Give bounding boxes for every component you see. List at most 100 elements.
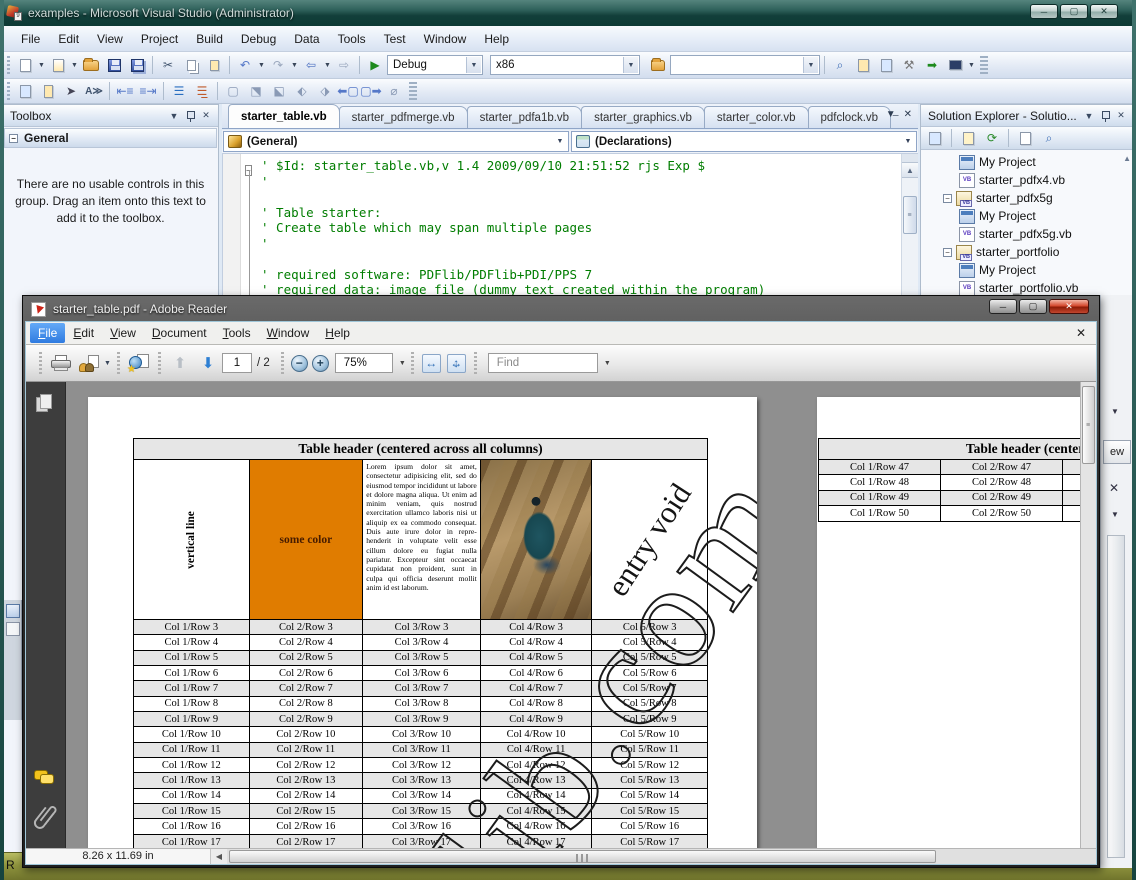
magnifier-document-icon[interactable]: ⌕ bbox=[829, 55, 851, 75]
members-combo[interactable]: (Declarations) ▼ bbox=[571, 131, 917, 152]
navigate-backward-button[interactable]: ⇦ bbox=[300, 55, 322, 75]
refresh-icon[interactable]: ⟳ bbox=[981, 128, 1003, 148]
hscroll-left-icon[interactable]: ◀ bbox=[211, 849, 227, 864]
tree-item-starter_pdfx5g[interactable]: −starter_pdfx5g bbox=[921, 189, 1133, 207]
tab-starter_color.vb[interactable]: starter_color.vb bbox=[704, 106, 809, 128]
fragment-dropdown-icon-2[interactable]: ▼ bbox=[1111, 510, 1119, 519]
find-input[interactable]: Find ▼ bbox=[488, 353, 598, 373]
vs-menu-window[interactable]: Window bbox=[415, 28, 476, 50]
solexp-close-icon[interactable]: ✕ bbox=[1113, 108, 1129, 123]
collaborate-dropdown[interactable]: ▼ bbox=[103, 360, 112, 367]
tab-starter_pdfmerge.vb[interactable]: starter_pdfmerge.vb bbox=[339, 106, 468, 128]
vs-menu-edit[interactable]: Edit bbox=[49, 28, 88, 50]
solexp-window-menu-icon[interactable]: ▼ bbox=[1081, 108, 1097, 123]
open-file-button[interactable] bbox=[80, 55, 102, 75]
new-project-button[interactable] bbox=[14, 55, 36, 75]
fragment-button[interactable]: ew bbox=[1103, 440, 1131, 464]
bookmark-prev-folder-button[interactable]: ⬖ bbox=[291, 81, 313, 101]
tab-scroll-dropdown-icon[interactable]: ▼̶ bbox=[886, 109, 896, 120]
vs-minimize-button[interactable]: ─ bbox=[1030, 4, 1058, 19]
decrease-indent-button[interactable]: ⇤≡ bbox=[114, 81, 136, 101]
tree-scroll-up-icon[interactable]: ▲ bbox=[1123, 154, 1131, 163]
tree-item-my-project[interactable]: My Project bbox=[921, 207, 1133, 225]
undo-button[interactable]: ↶ bbox=[234, 55, 256, 75]
zoom-in-button[interactable]: + bbox=[312, 355, 329, 372]
redo-button[interactable]: ↷ bbox=[267, 55, 289, 75]
command-window-button[interactable] bbox=[944, 55, 966, 75]
vs-menu-view[interactable]: View bbox=[88, 28, 132, 50]
properties-window-button[interactable] bbox=[852, 55, 874, 75]
display-object-member-list-button[interactable] bbox=[14, 81, 36, 101]
fragment-close-icon[interactable]: ✕ bbox=[1109, 481, 1119, 495]
vs-menu-tools[interactable]: Tools bbox=[329, 28, 375, 50]
save-button[interactable] bbox=[103, 55, 125, 75]
find-combo[interactable]: ▼ bbox=[670, 55, 820, 75]
collapse-icon[interactable]: − bbox=[9, 134, 18, 143]
redo-dropdown[interactable]: ▼ bbox=[290, 62, 299, 69]
vs-close-button[interactable]: ✕ bbox=[1090, 4, 1118, 19]
hscroll-thumb[interactable] bbox=[229, 850, 936, 863]
tree-item-starter_pdfx4.vb[interactable]: VBstarter_pdfx4.vb bbox=[921, 171, 1133, 189]
collapse-icon[interactable]: − bbox=[943, 248, 952, 257]
tree-item-my-project[interactable]: My Project bbox=[921, 261, 1133, 279]
fragment-dropdown-icon-1[interactable]: ▼ bbox=[1111, 407, 1119, 416]
reader-close-button[interactable]: ✕ bbox=[1049, 299, 1089, 314]
tab-starter_table.vb[interactable]: starter_table.vb bbox=[228, 104, 340, 128]
increase-indent-button[interactable]: ≡⇥ bbox=[137, 81, 159, 101]
reader-maximize-button[interactable]: ▢ bbox=[1019, 299, 1047, 314]
toolbar-overflow[interactable] bbox=[980, 56, 988, 74]
page-number-input[interactable] bbox=[222, 353, 252, 373]
object-browser-button[interactable] bbox=[875, 55, 897, 75]
comments-panel-icon[interactable] bbox=[34, 770, 54, 786]
fragment-scrollbar[interactable] bbox=[1107, 535, 1125, 858]
more-windows-dropdown[interactable]: ▼ bbox=[967, 62, 976, 69]
undo-dropdown[interactable]: ▼ bbox=[257, 62, 266, 69]
reader-menu-window[interactable]: Window bbox=[259, 323, 318, 343]
bookmark-next-doc-button[interactable]: ▢➡ bbox=[360, 81, 382, 101]
uncomment-lines-button[interactable]: ☰̲ bbox=[191, 81, 213, 101]
clear-bookmarks-button[interactable]: ⌀ bbox=[383, 81, 405, 101]
print-button[interactable] bbox=[48, 350, 74, 376]
vs-menu-project[interactable]: Project bbox=[132, 28, 187, 50]
find-dropdown-icon[interactable]: ▼ bbox=[604, 360, 611, 367]
tab-starter_pdfa1b.vb[interactable]: starter_pdfa1b.vb bbox=[467, 106, 583, 128]
attachments-panel-icon[interactable] bbox=[31, 807, 54, 832]
find-in-files-button[interactable] bbox=[647, 55, 669, 75]
toolbox-hammer-wrench-icon[interactable]: ⚒ bbox=[898, 55, 920, 75]
toolbar2-overflow[interactable] bbox=[409, 82, 417, 100]
types-combo[interactable]: (General) ▼ bbox=[223, 131, 569, 152]
word-completion-button[interactable]: A≫ bbox=[83, 81, 105, 101]
document-close-icon[interactable]: ✕ bbox=[1076, 326, 1086, 340]
reader-menu-tools[interactable]: Tools bbox=[215, 323, 259, 343]
fit-width-button[interactable]: ↔ bbox=[422, 354, 441, 373]
toolbox-window-menu-icon[interactable]: ▼ bbox=[166, 108, 182, 123]
save-all-button[interactable] bbox=[126, 55, 148, 75]
vs-menu-data[interactable]: Data bbox=[285, 28, 328, 50]
zoom-level-combo[interactable]: 75% ▼ bbox=[335, 353, 393, 373]
toolbox-group-general[interactable]: − General bbox=[4, 128, 217, 148]
start-page-button[interactable]: ➡ bbox=[921, 55, 943, 75]
share-document-button[interactable]: ★ bbox=[126, 350, 152, 376]
zoom-out-button[interactable]: − bbox=[291, 355, 308, 372]
bookmark-prev-button[interactable]: ⬔ bbox=[245, 81, 267, 101]
autohide-tab-icon-1[interactable] bbox=[6, 604, 20, 618]
fit-page-button[interactable]: ↕↔ bbox=[447, 354, 466, 373]
properties-icon[interactable] bbox=[924, 128, 946, 148]
toolbox-header[interactable]: Toolbox ▼ ✕ bbox=[3, 105, 218, 127]
tab-pdfclock.vb[interactable]: pdfclock.vb bbox=[808, 106, 892, 128]
vs-maximize-button[interactable]: ▢ bbox=[1060, 4, 1088, 19]
tree-item-starter_portfolio[interactable]: −starter_portfolio bbox=[921, 243, 1133, 261]
bookmark-next-button[interactable]: ⬕ bbox=[268, 81, 290, 101]
copy-button[interactable] bbox=[180, 55, 202, 75]
navigate-forward-button[interactable]: ⇨ bbox=[333, 55, 355, 75]
reader-menu-file[interactable]: File bbox=[30, 323, 65, 343]
bookmark-prev-doc-button[interactable]: ⬅▢ bbox=[337, 81, 359, 101]
tab-starter_graphics.vb[interactable]: starter_graphics.vb bbox=[581, 106, 705, 128]
quick-info-cursor-icon[interactable]: ➤ bbox=[60, 81, 82, 101]
reader-menu-help[interactable]: Help bbox=[317, 323, 358, 343]
pages-panel-icon[interactable] bbox=[36, 394, 52, 413]
scroll-up-icon[interactable]: ▲ bbox=[902, 163, 918, 178]
reader-vertical-scrollbar[interactable]: ≡ bbox=[1080, 382, 1096, 848]
tree-item-starter_pdfx5g.vb[interactable]: VBstarter_pdfx5g.vb bbox=[921, 225, 1133, 243]
zoom-dropdown-icon[interactable]: ▼ bbox=[399, 360, 406, 367]
